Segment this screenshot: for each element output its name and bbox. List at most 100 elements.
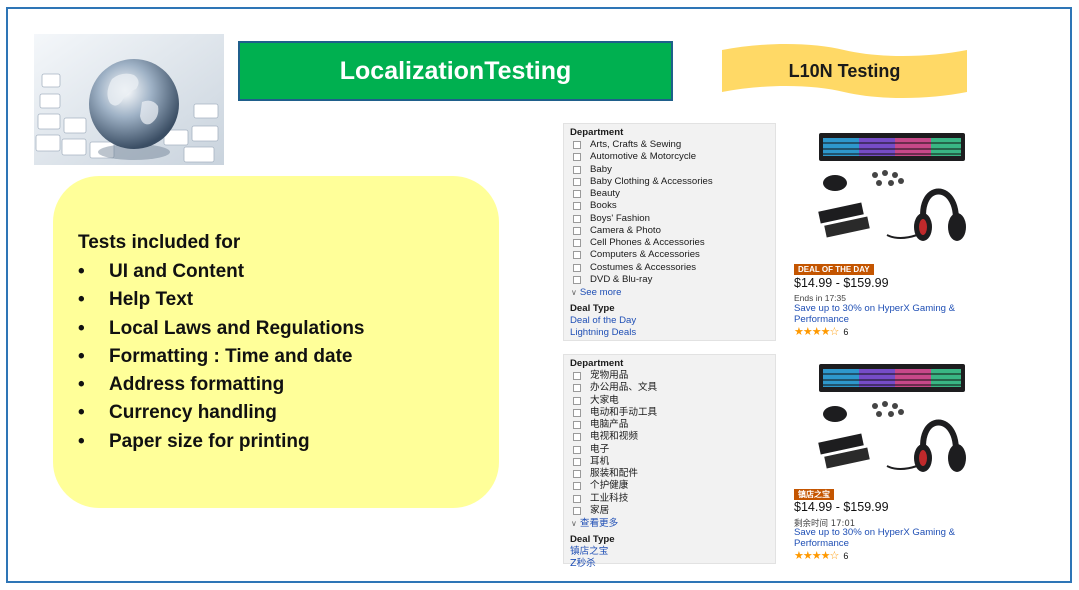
deal-type-heading: Deal Type (570, 534, 615, 545)
department-filter-item[interactable]: 服装和配件 (570, 468, 775, 480)
checkbox[interactable] (573, 421, 581, 430)
department-label: 大家电 (590, 394, 619, 406)
checkbox[interactable] (573, 165, 581, 174)
checkbox[interactable] (573, 214, 581, 223)
department-filter-item[interactable]: Camera & Photo (570, 225, 775, 237)
department-filter-item[interactable]: 大家电 (570, 395, 775, 407)
product-title-link[interactable]: Save up to 30% on HyperX Gaming & Perfor… (794, 527, 1009, 549)
english-listing-panel: Department Arts, Crafts & Sewing Automot… (563, 123, 1046, 341)
department-filter-item[interactable]: Automotive & Motorcycle (570, 151, 775, 163)
checkbox[interactable] (573, 226, 581, 235)
checkbox[interactable] (573, 190, 581, 199)
department-filter-item[interactable]: Boys' Fashion (570, 213, 775, 225)
see-more-label: 查看更多 (579, 518, 619, 529)
department-label: 办公用品、文具 (590, 382, 658, 394)
department-label: Automotive & Motorcycle (590, 151, 697, 163)
deal-timer: Ends in 17:35 (794, 293, 846, 303)
checkbox[interactable] (573, 263, 581, 272)
department-label: 家居 (590, 504, 610, 516)
department-filter-item[interactable]: DVD & Blu-ray (570, 274, 775, 286)
subtitle-flag: L10N Testing (722, 44, 967, 98)
chevron-down-icon: ∨ (571, 288, 577, 297)
rating[interactable]: ★★★★☆ 6 (794, 325, 848, 338)
department-label: Baby (590, 163, 612, 175)
tests-list: UI and Content Help Text Local Laws and … (78, 261, 365, 459)
checkbox[interactable] (573, 470, 581, 479)
tests-list-item: Formatting : Time and date (78, 346, 365, 374)
department-label: 电视和视频 (590, 431, 638, 443)
star-rating-icon: ★★★★☆ (794, 326, 839, 338)
department-label: Boys' Fashion (590, 212, 650, 224)
department-filter-item[interactable]: 电动和手动工具 (570, 407, 775, 419)
tests-list-item: Help Text (78, 289, 365, 317)
checkbox[interactable] (573, 153, 581, 162)
department-label: Camera & Photo (590, 224, 661, 236)
department-filter-sidebar: Department Arts, Crafts & Sewing Automot… (563, 123, 776, 341)
department-label: Costumes & Accessories (590, 261, 697, 273)
department-filter-item[interactable]: 家居 (570, 505, 775, 517)
checkbox[interactable] (573, 275, 581, 284)
tests-box: Tests included for UI and Content Help T… (53, 176, 499, 508)
department-label: Computers & Accessories (590, 249, 700, 261)
tests-list-item: UI and Content (78, 261, 365, 289)
department-filter-item[interactable]: Arts, Crafts & Sewing (570, 139, 775, 151)
department-filter-item[interactable]: Computers & Accessories (570, 249, 775, 261)
department-filter-item[interactable]: Cell Phones & Accessories (570, 237, 775, 249)
price-range: $14.99 - $159.99 (794, 276, 889, 290)
checkbox[interactable] (573, 384, 581, 393)
see-more-label: See more (579, 287, 622, 298)
checkbox[interactable] (573, 372, 581, 381)
checkbox[interactable] (573, 506, 581, 515)
department-label: 电脑产品 (590, 419, 629, 431)
deal-type-heading: Deal Type (570, 303, 615, 314)
department-heading: Department (570, 358, 624, 369)
department-filter-item[interactable]: 工业科技 (570, 493, 775, 505)
department-filter-item[interactable]: 耳机 (570, 456, 775, 468)
deal-type-link[interactable]: Z秒杀 (570, 558, 775, 570)
department-filter-item[interactable]: 电视和视频 (570, 431, 775, 443)
department-filter-item[interactable]: 电子 (570, 444, 775, 456)
department-filter-item[interactable]: Books (570, 200, 775, 212)
checkbox[interactable] (573, 408, 581, 417)
checkbox[interactable] (573, 433, 581, 442)
checkbox[interactable] (573, 141, 581, 150)
product-title-link[interactable]: Save up to 30% on HyperX Gaming & Perfor… (794, 303, 1009, 325)
department-filter-item[interactable]: 电脑产品 (570, 419, 775, 431)
checkbox[interactable] (573, 251, 581, 260)
tests-list-item: Address formatting (78, 374, 365, 402)
department-filter-item[interactable]: 个护健康 (570, 480, 775, 492)
deal-badge: DEAL OF THE DAY (794, 264, 874, 275)
department-filter-item[interactable]: Costumes & Accessories (570, 262, 775, 274)
chinese-listing-panel: Department 宠物用品 办公用品、文具 大家电 电动和手动工具 电脑产品… (563, 354, 1046, 569)
department-label: Arts, Crafts & Sewing (590, 139, 682, 151)
product-card[interactable]: DEAL OF THE DAY $14.99 - $159.99 Ends in… (792, 123, 1046, 341)
department-label: 电子 (590, 443, 610, 455)
department-filter-item[interactable]: Beauty (570, 188, 775, 200)
department-filter-item[interactable]: 宠物用品 (570, 370, 775, 382)
gaming-bundle-image[interactable] (817, 131, 967, 249)
rating[interactable]: ★★★★☆ 6 (794, 549, 848, 562)
deal-type-link[interactable]: Deal of the Day (570, 315, 775, 327)
checkbox[interactable] (573, 239, 581, 248)
star-rating-icon: ★★★★☆ (794, 550, 839, 562)
department-filter-item[interactable]: 办公用品、文具 (570, 382, 775, 394)
gaming-bundle-image[interactable] (817, 362, 967, 480)
department-label: 宠物用品 (590, 370, 629, 382)
deal-type-link[interactable]: 镇店之宝 (570, 546, 775, 558)
tests-list-item: Paper size for printing (78, 431, 365, 459)
checkbox[interactable] (573, 482, 581, 491)
checkbox[interactable] (573, 177, 581, 186)
see-more-link[interactable]: ∨ See more (570, 286, 775, 299)
product-card[interactable]: 镇店之宝 $14.99 - $159.99 剩余时间 17:01 Save up… (792, 354, 1046, 564)
checkbox[interactable] (573, 396, 581, 405)
see-more-link[interactable]: ∨ 查看更多 (570, 517, 775, 530)
department-filter-item[interactable]: Baby Clothing & Accessories (570, 176, 775, 188)
checkbox[interactable] (573, 202, 581, 211)
department-label: 耳机 (590, 455, 610, 467)
checkbox[interactable] (573, 457, 581, 466)
deal-type-link[interactable]: Lightning Deals (570, 327, 775, 339)
checkbox[interactable] (573, 494, 581, 503)
department-label: 工业科技 (590, 492, 629, 504)
department-filter-item[interactable]: Baby (570, 164, 775, 176)
checkbox[interactable] (573, 445, 581, 454)
